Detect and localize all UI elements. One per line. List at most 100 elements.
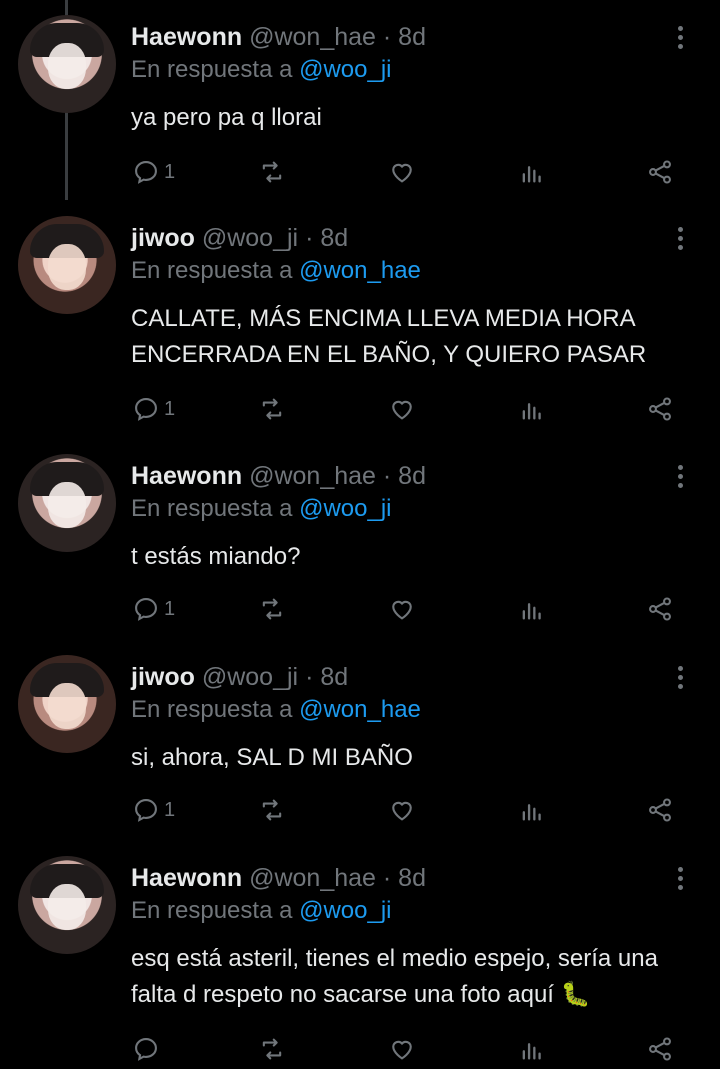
reply-context: En respuesta a @woo_ji — [131, 54, 392, 86]
views-button[interactable] — [518, 589, 546, 629]
retweet-button[interactable] — [258, 589, 286, 629]
action-bar: 1 — [0, 389, 720, 429]
separator-dot: · — [305, 663, 314, 691]
heart-icon — [392, 1040, 412, 1060]
analytics-icon — [522, 1043, 541, 1060]
views-button[interactable] — [518, 152, 546, 192]
tweet-text: t estás miando? — [131, 543, 301, 570]
display-name[interactable]: Haewonn — [131, 864, 242, 892]
retweet-button[interactable] — [258, 389, 286, 429]
reply-count: 1 — [164, 160, 176, 183]
like-button[interactable] — [388, 152, 416, 192]
timestamp[interactable]: 8d — [398, 23, 426, 51]
reply-prefix: En respuesta a — [131, 696, 293, 723]
reply-icon — [135, 398, 157, 421]
analytics-icon — [522, 166, 541, 183]
more-icon[interactable] — [672, 664, 690, 692]
reply-prefix: En respuesta a — [131, 257, 293, 284]
share-icon — [649, 597, 671, 621]
like-button[interactable] — [388, 790, 416, 830]
reply-button[interactable] — [132, 1029, 160, 1069]
heart-icon — [392, 400, 412, 420]
share-icon — [649, 160, 671, 184]
action-bar: 1 — [0, 152, 720, 192]
share-icon — [649, 798, 671, 822]
handle[interactable]: @won_hae — [249, 23, 376, 51]
like-button[interactable] — [388, 389, 416, 429]
separator-dot: · — [382, 23, 392, 51]
retweet-button[interactable] — [258, 1029, 286, 1069]
timestamp[interactable]: 8d — [320, 224, 348, 252]
views-button[interactable] — [518, 1029, 546, 1069]
reply-context: En respuesta a @woo_ji — [131, 895, 392, 927]
reply-button[interactable]: 1 — [132, 589, 175, 629]
action-bar: 1 — [0, 790, 720, 830]
more-icon[interactable] — [672, 865, 690, 893]
handle[interactable]: @won_hae — [249, 462, 376, 490]
timestamp[interactable]: 8d — [398, 864, 426, 892]
separator-dot: · — [305, 224, 314, 252]
reply-to-link[interactable]: @woo_ji — [299, 495, 391, 522]
avatar[interactable] — [18, 454, 116, 552]
tweet-header: Haewonn @won_hae · 8d — [131, 21, 426, 53]
reply-prefix: En respuesta a — [131, 897, 293, 924]
reply-icon — [135, 598, 157, 621]
share-icon — [649, 1037, 671, 1061]
reply-to-link[interactable]: @woo_ji — [299, 897, 391, 924]
handle[interactable]: @woo_ji — [202, 224, 298, 252]
retweet-button[interactable] — [258, 790, 286, 830]
tweet-header: Haewonn @won_hae · 8d — [131, 460, 426, 492]
share-button[interactable] — [646, 589, 674, 629]
reply-context: En respuesta a @won_hae — [131, 255, 421, 287]
handle[interactable]: @won_hae — [249, 864, 376, 892]
retweet-icon — [262, 799, 282, 821]
reply-prefix: En respuesta a — [131, 56, 293, 83]
reply-to-link[interactable]: @won_hae — [299, 696, 421, 723]
share-button[interactable] — [646, 1029, 674, 1069]
heart-icon — [392, 801, 412, 821]
analytics-icon — [522, 603, 541, 620]
action-bar: 1 — [0, 589, 720, 629]
handle[interactable]: @woo_ji — [202, 663, 298, 691]
reply-button[interactable]: 1 — [132, 152, 175, 192]
retweet-button[interactable] — [258, 152, 286, 192]
reply-to-link[interactable]: @woo_ji — [299, 56, 391, 83]
reply-count: 1 — [164, 597, 176, 620]
views-button[interactable] — [518, 389, 546, 429]
tweet-header: jiwoo @woo_ji · 8d — [131, 661, 348, 693]
avatar[interactable] — [18, 655, 116, 753]
analytics-icon — [522, 403, 541, 420]
more-icon[interactable] — [672, 24, 690, 52]
heart-icon — [392, 600, 412, 620]
more-icon[interactable] — [672, 225, 690, 253]
separator-dot: · — [382, 462, 392, 490]
reply-count: 1 — [164, 397, 176, 420]
share-button[interactable] — [646, 790, 674, 830]
display-name[interactable]: Haewonn — [131, 462, 242, 490]
share-button[interactable] — [646, 152, 674, 192]
reply-count: 1 — [164, 798, 176, 821]
avatar[interactable] — [18, 216, 116, 314]
like-button[interactable] — [388, 589, 416, 629]
views-button[interactable] — [518, 790, 546, 830]
retweet-icon — [262, 398, 282, 420]
tweet-header: jiwoo @woo_ji · 8d — [131, 222, 348, 254]
reply-icon — [135, 161, 157, 184]
display-name[interactable]: jiwoo — [131, 224, 195, 252]
reply-button[interactable]: 1 — [132, 790, 175, 830]
more-icon[interactable] — [672, 463, 690, 491]
share-button[interactable] — [646, 389, 674, 429]
avatar[interactable] — [18, 15, 116, 113]
avatar[interactable] — [18, 856, 116, 954]
display-name[interactable]: Haewonn — [131, 23, 242, 51]
reply-icon — [135, 799, 157, 822]
reply-to-link[interactable]: @won_hae — [299, 257, 421, 284]
like-button[interactable] — [388, 1029, 416, 1069]
retweet-icon — [262, 598, 282, 620]
reply-button[interactable]: 1 — [132, 389, 175, 429]
tweet-header: Haewonn @won_hae · 8d — [131, 862, 426, 894]
timestamp[interactable]: 8d — [398, 462, 426, 490]
timestamp[interactable]: 8d — [320, 663, 348, 691]
analytics-icon — [522, 804, 541, 821]
display-name[interactable]: jiwoo — [131, 663, 195, 691]
